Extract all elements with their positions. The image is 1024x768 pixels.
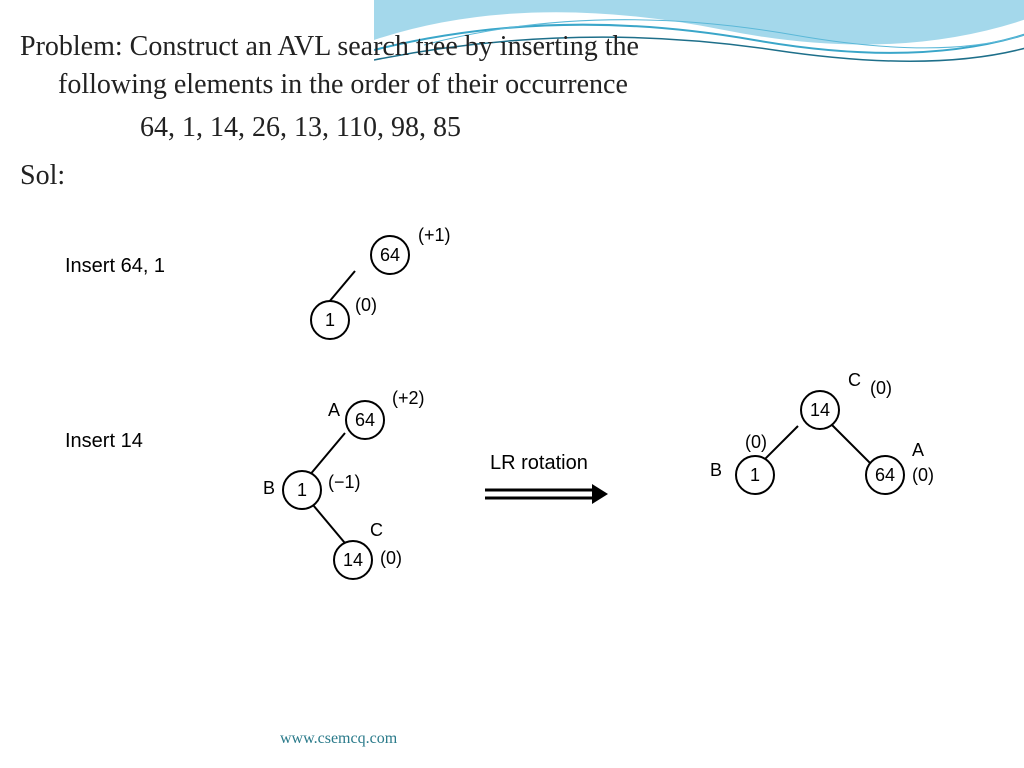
- tree3-bal-64: (0): [912, 465, 934, 486]
- edge: [751, 425, 798, 472]
- rotation-label: LR rotation: [490, 452, 588, 475]
- problem-line2: following elements in the order of their…: [20, 66, 980, 104]
- tree3-label-A: A: [912, 440, 924, 461]
- solution-label: Sol:: [20, 160, 65, 192]
- double-arrow-icon: [480, 480, 610, 510]
- tree1-bal-1: (0): [355, 295, 377, 316]
- insertion-sequence: 64, 1, 14, 26, 13, 110, 98, 85: [140, 112, 461, 144]
- tree2-label-C: C: [370, 520, 383, 541]
- tree2-node-1: 1: [282, 470, 322, 510]
- tree3-node-1: 1: [735, 455, 775, 495]
- problem-line1: Problem: Construct an AVL search tree by…: [20, 28, 980, 66]
- tree3-label-B: B: [710, 460, 722, 481]
- edge: [307, 498, 347, 545]
- tree2-label-B: B: [263, 478, 275, 499]
- tree1-node-64: 64: [370, 235, 410, 275]
- tree3-bal-14: (0): [870, 378, 892, 399]
- edge: [306, 432, 346, 479]
- tree3-bal-1: (0): [745, 432, 767, 453]
- tree2-node-14: 14: [333, 540, 373, 580]
- tree3-node-64: 64: [865, 455, 905, 495]
- tree2-node-64: 64: [345, 400, 385, 440]
- tree1-bal-64: (+1): [418, 225, 451, 246]
- problem-statement: Problem: Construct an AVL search tree by…: [20, 28, 980, 104]
- tree3-node-14: 14: [800, 390, 840, 430]
- step1-label: Insert 64, 1: [65, 255, 165, 278]
- tree3-label-C: C: [848, 370, 861, 391]
- edge: [319, 270, 356, 313]
- step2-label: Insert 14: [65, 430, 143, 453]
- tree2-label-A: A: [328, 400, 340, 421]
- tree2-bal-1: (−1): [328, 472, 361, 493]
- tree2-bal-64: (+2): [392, 388, 425, 409]
- edge: [829, 422, 876, 469]
- footer-url: www.csemcq.com: [280, 730, 397, 748]
- tree1-node-1: 1: [310, 300, 350, 340]
- tree2-bal-14: (0): [380, 548, 402, 569]
